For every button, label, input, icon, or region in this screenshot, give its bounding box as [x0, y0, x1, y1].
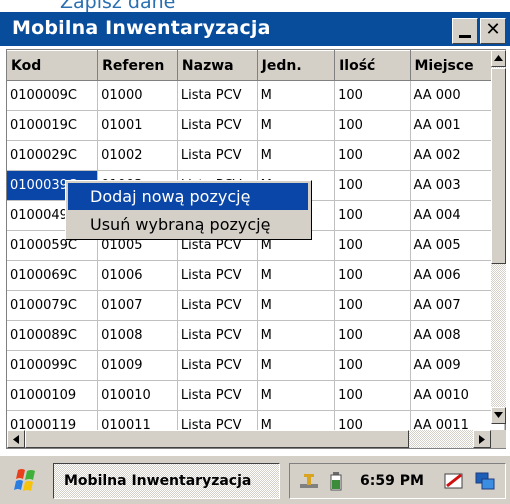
arrow-right-icon	[479, 435, 485, 444]
column-header-jedn[interactable]: Jedn.	[257, 50, 336, 81]
cell-jedn[interactable]: M	[257, 350, 336, 381]
cell-referen[interactable]: 01006	[97, 260, 178, 291]
windows-start-icon[interactable]	[12, 467, 40, 493]
cell-referen[interactable]: 01009	[97, 350, 178, 381]
cell-ilosc[interactable]: 100	[334, 350, 411, 381]
cell-ilosc[interactable]: 100	[334, 290, 411, 321]
arrow-up-icon	[494, 55, 503, 61]
taskbar: Mobilna Inwentaryzacja 6:59 PM	[0, 455, 510, 504]
column-header-kod[interactable]: Kod	[7, 50, 99, 81]
input-panel-icon[interactable]	[443, 470, 465, 492]
cell-kod[interactable]: 0100099C	[7, 350, 99, 381]
horizontal-scrollbar[interactable]	[7, 430, 491, 448]
column-header-ilosc[interactable]: Ilość	[334, 50, 411, 81]
cell-ilosc[interactable]: 100	[334, 320, 411, 351]
scroll-up-button[interactable]	[491, 50, 506, 67]
inventory-grid: Kod Referen Nazwa Jedn. Ilość Miejsce 01…	[6, 49, 506, 449]
scroll-down-button[interactable]	[491, 407, 506, 424]
cell-ilosc[interactable]: 100	[334, 80, 411, 111]
taskbar-app-button[interactable]: Mobilna Inwentaryzacja	[53, 463, 280, 499]
table-row[interactable]: 0100069C 01006 Lista PCV M 100 AA 006	[7, 260, 505, 291]
scroll-right-button[interactable]	[473, 430, 491, 448]
cell-jedn[interactable]: M	[257, 320, 336, 351]
table-header-row: Kod Referen Nazwa Jedn. Ilość Miejsce	[7, 50, 505, 81]
cell-kod[interactable]: 0100089C	[7, 320, 99, 351]
cell-referen[interactable]: 01007	[97, 290, 178, 321]
menu-item-remove-position[interactable]: Usuń wybraną pozycję	[68, 211, 308, 238]
table-row[interactable]: 0100019C 01001 Lista PCV M 100 AA 001	[7, 110, 505, 141]
scrollbar-corner	[491, 430, 506, 448]
table-row[interactable]: 0100009C 01000 Lista PCV M 100 AA 000	[7, 80, 505, 111]
table-row[interactable]: 01000109 010010 Lista PCV M 100 AA 0010	[7, 380, 505, 411]
battery-icon[interactable]	[326, 470, 348, 492]
menu-item-add-position[interactable]: Dodaj nową pozycję	[68, 183, 308, 210]
arrow-down-icon	[494, 412, 503, 418]
cell-nazwa[interactable]: Lista PCV	[177, 140, 258, 171]
cell-nazwa[interactable]: Lista PCV	[177, 110, 258, 141]
cell-ilosc[interactable]: 100	[334, 170, 411, 201]
cell-jedn[interactable]: M	[257, 140, 336, 171]
windows-switch-icon[interactable]	[474, 470, 496, 492]
cell-jedn[interactable]: M	[257, 110, 336, 141]
cell-jedn[interactable]: M	[257, 260, 336, 291]
minimize-button[interactable]	[452, 18, 478, 44]
table-row[interactable]: 0100079C 01007 Lista PCV M 100 AA 007	[7, 290, 505, 321]
network-icon[interactable]	[298, 470, 320, 492]
cell-nazwa[interactable]: Lista PCV	[177, 350, 258, 381]
cell-ilosc[interactable]: 100	[334, 260, 411, 291]
system-tray: 6:59 PM	[289, 463, 506, 499]
cell-referen[interactable]: 01001	[97, 110, 178, 141]
cell-ilosc[interactable]: 100	[334, 110, 411, 141]
cell-ilosc[interactable]: 100	[334, 230, 411, 261]
cell-nazwa[interactable]: Lista PCV	[177, 290, 258, 321]
cell-jedn[interactable]: M	[257, 380, 336, 411]
column-header-referen[interactable]: Referen	[97, 50, 178, 81]
cell-referen[interactable]: 01002	[97, 140, 178, 171]
table-row[interactable]: 0100089C 01008 Lista PCV M 100 AA 008	[7, 320, 505, 351]
cell-kod[interactable]: 0100029C	[7, 140, 99, 171]
cell-referen[interactable]: 01008	[97, 320, 178, 351]
clock[interactable]: 6:59 PM	[360, 464, 424, 498]
cell-nazwa[interactable]: Lista PCV	[177, 380, 258, 411]
cell-ilosc[interactable]: 100	[334, 140, 411, 171]
cell-nazwa[interactable]: Lista PCV	[177, 80, 258, 111]
cell-referen[interactable]: 010010	[97, 380, 178, 411]
close-button[interactable]: ✕	[480, 18, 506, 44]
scroll-left-button[interactable]	[7, 430, 25, 448]
context-menu: Dodaj nową pozycję Usuń wybraną pozycję	[65, 180, 312, 240]
cell-kod[interactable]: 0100019C	[7, 110, 99, 141]
cell-nazwa[interactable]: Lista PCV	[177, 260, 258, 291]
vertical-scrollbar[interactable]	[491, 50, 506, 424]
cell-jedn[interactable]: M	[257, 80, 336, 111]
table-row[interactable]: 0100099C 01009 Lista PCV M 100 AA 009	[7, 350, 505, 381]
cell-kod[interactable]: 01000109	[7, 380, 99, 411]
cell-kod[interactable]: 0100009C	[7, 80, 99, 111]
inventory-table: Kod Referen Nazwa Jedn. Ilość Miejsce 01…	[7, 50, 505, 448]
vertical-scroll-thumb[interactable]	[491, 68, 506, 264]
arrow-left-icon	[13, 435, 19, 444]
table-row[interactable]: 0100029C 01002 Lista PCV M 100 AA 002	[7, 140, 505, 171]
window-titlebar: Mobilna Inwentaryzacja ✕	[0, 12, 510, 46]
horizontal-scroll-thumb[interactable]	[25, 430, 409, 448]
cell-referen[interactable]: 01000	[97, 80, 178, 111]
cell-kod[interactable]: 0100079C	[7, 290, 99, 321]
cell-ilosc[interactable]: 100	[334, 200, 411, 231]
cell-ilosc[interactable]: 100	[334, 380, 411, 411]
background-caption-text: Zapisz dane	[60, 0, 176, 12]
cell-nazwa[interactable]: Lista PCV	[177, 320, 258, 351]
window-title: Mobilna Inwentaryzacja	[12, 17, 271, 39]
cell-kod[interactable]: 0100069C	[7, 260, 99, 291]
background-caption: Zapisz dane	[0, 0, 510, 12]
cell-jedn[interactable]: M	[257, 290, 336, 321]
column-header-nazwa[interactable]: Nazwa	[177, 50, 258, 81]
